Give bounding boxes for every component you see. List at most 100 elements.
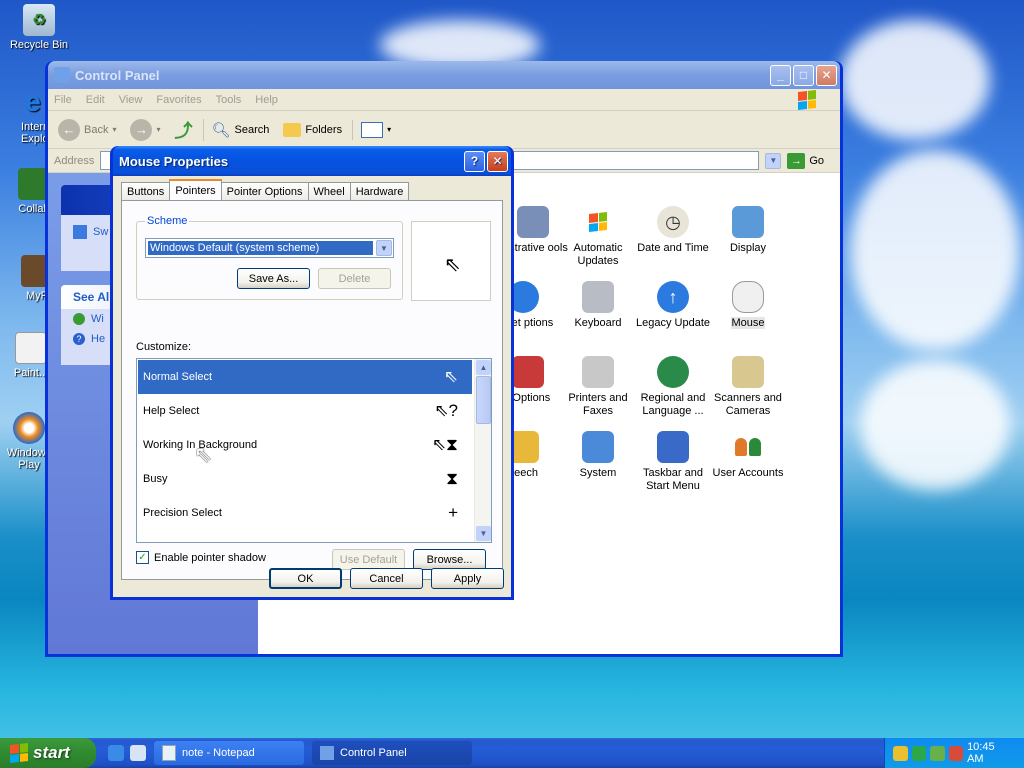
window-title: Control Panel <box>75 67 160 83</box>
list-item[interactable]: Working In Background ⇖⧗ <box>138 428 472 462</box>
update-icon[interactable] <box>930 745 945 761</box>
tab-wheel[interactable]: Wheel <box>307 182 351 200</box>
help-button[interactable]: ? <box>464 150 485 172</box>
use-default-button[interactable]: Use Default <box>332 549 405 570</box>
alert-shield-icon[interactable] <box>948 745 964 761</box>
list-item[interactable]: Help Select ⇖? <box>138 394 472 428</box>
control-panel-icon <box>320 746 334 760</box>
windows-logo-icon <box>798 89 830 110</box>
pointer-label: Help Select <box>143 405 200 417</box>
security-shield-icon[interactable] <box>893 745 908 761</box>
cp-item-mouse[interactable]: Mouse <box>708 281 788 330</box>
link-label: He <box>91 333 106 345</box>
back-button[interactable]: ← Back ▾ <box>54 117 120 143</box>
help-select-cursor-icon: ⇖? <box>434 401 458 420</box>
desktop-icon-recycle-bin[interactable]: ♻ Recycle Bin <box>2 4 76 51</box>
back-arrow-icon: ← <box>58 118 80 141</box>
tab-buttons[interactable]: Buttons <box>121 182 171 200</box>
desktop-icon-label: Recycle Bin <box>9 39 69 51</box>
folders-button[interactable]: Folders <box>279 121 346 139</box>
minimize-button[interactable]: _ <box>770 64 791 86</box>
start-button[interactable]: start <box>0 738 96 768</box>
cp-item-taskbar-and-start-menu[interactable]: Taskbar and Start Menu <box>633 431 713 493</box>
scheme-dropdown[interactable]: Windows Default (system scheme) ▼ <box>145 238 394 258</box>
help-icon: ? <box>73 333 85 345</box>
chevron-down-icon[interactable]: ▼ <box>376 240 392 256</box>
keyboard-icon <box>582 281 614 313</box>
show-desktop-icon[interactable] <box>130 745 146 761</box>
go-button[interactable]: → Go <box>787 152 824 169</box>
control-panel-titlebar[interactable]: Control Panel _ □ ✕ <box>48 61 840 89</box>
save-as-button[interactable]: Save As... <box>237 268 310 289</box>
cp-item-printers-and-faxes[interactable]: Printers and Faxes <box>558 356 638 418</box>
cp-item-user-accounts[interactable]: User Accounts <box>708 431 788 480</box>
ok-button[interactable]: OK <box>269 568 342 589</box>
scroll-thumb[interactable] <box>476 376 491 424</box>
list-item[interactable]: Precision Select + <box>138 496 472 530</box>
browse-button[interactable]: Browse... <box>413 549 486 570</box>
scheme-group: Scheme Windows Default (system scheme) ▼… <box>136 215 403 300</box>
menu-help[interactable]: Help <box>255 94 278 106</box>
cloud <box>840 20 990 140</box>
notepad-icon <box>162 745 176 761</box>
close-button[interactable]: ✕ <box>816 64 837 86</box>
apply-button[interactable]: Apply <box>431 568 504 589</box>
menu-edit[interactable]: Edit <box>86 94 105 106</box>
tab-pointers[interactable]: Pointers <box>169 179 222 200</box>
quick-launch <box>108 745 146 761</box>
cp-item-system[interactable]: System <box>558 431 638 480</box>
scroll-up-icon[interactable]: ▲ <box>476 360 491 375</box>
pointer-shadow-option[interactable]: ✓ Enable pointer shadow <box>136 551 266 564</box>
menu-view[interactable]: View <box>119 94 143 106</box>
forward-arrow-icon: → <box>130 118 153 141</box>
taskbar-button-notepad[interactable]: note - Notepad <box>154 741 304 765</box>
customize-label: Customize: <box>136 341 192 353</box>
back-label: Back <box>84 123 109 136</box>
menu-file[interactable]: File <box>54 94 72 106</box>
search-button[interactable]: 🔍︎ Search <box>202 118 274 141</box>
crosshair-icon: + <box>448 503 458 522</box>
mouse-cursor-icon: ⇖ <box>194 442 213 467</box>
scroll-down-icon[interactable]: ▼ <box>476 526 491 541</box>
pointer-list[interactable]: Normal Select ⇖ Help Select ⇖? Working I… <box>136 358 492 543</box>
item-label: User Accounts <box>712 467 784 479</box>
menu-bar: File Edit View Favorites Tools Help <box>48 89 840 111</box>
normal-select-cursor-icon: ⇖ <box>443 367 458 386</box>
views-button[interactable]: ▾ <box>352 119 395 140</box>
scheme-label: Scheme <box>145 215 190 227</box>
admin-tools-icon <box>517 206 549 238</box>
cp-item-keyboard[interactable]: Keyboard <box>558 281 638 330</box>
cloud <box>850 150 1020 350</box>
link-label: Wi <box>91 313 104 325</box>
up-button[interactable]: ⤴ <box>171 115 197 145</box>
cp-item-legacy-update[interactable]: ↑ Legacy Update <box>633 281 713 330</box>
menu-favorites[interactable]: Favorites <box>156 94 201 106</box>
menu-tools[interactable]: Tools <box>216 94 242 106</box>
cp-item-display[interactable]: Display <box>708 206 788 255</box>
cp-item-scanners-and-cameras[interactable]: Scanners and Cameras <box>708 356 788 418</box>
network-icon[interactable] <box>911 745 927 761</box>
internet-explorer-icon[interactable] <box>108 745 124 761</box>
delete-button[interactable]: Delete <box>318 268 391 289</box>
cp-item-date-and-time[interactable]: ◷ Date and Time <box>633 206 713 255</box>
maximize-button[interactable]: □ <box>793 64 814 86</box>
list-item[interactable]: Normal Select ⇖ <box>138 360 472 394</box>
switch-view-label: Sw <box>93 226 109 238</box>
pointer-shadow-checkbox[interactable]: ✓ <box>136 551 149 564</box>
address-dropdown-icon[interactable]: ▼ <box>765 152 782 169</box>
tab-pointer-options[interactable]: Pointer Options <box>220 182 309 200</box>
list-item[interactable]: Busy ⧗ <box>138 462 472 496</box>
tab-hardware[interactable]: Hardware <box>349 182 410 200</box>
cp-item-regional-and-language[interactable]: Regional and Language ... <box>633 356 713 418</box>
display-icon <box>732 206 764 238</box>
mouse-properties-dialog: Mouse Properties ? ✕ Buttons Pointers Po… <box>110 146 514 600</box>
dialog-close-button[interactable]: ✕ <box>487 150 508 172</box>
cp-item-automatic-updates[interactable]: Automatic Updates <box>558 206 638 268</box>
taskbar-button-control-panel[interactable]: Control Panel <box>312 741 472 765</box>
windows-logo-icon <box>10 743 28 763</box>
task-label: note - Notepad <box>182 747 255 759</box>
dialog-titlebar[interactable]: Mouse Properties ? ✕ <box>113 146 511 176</box>
cancel-button[interactable]: Cancel <box>350 568 423 589</box>
list-scrollbar[interactable]: ▲ ▼ <box>474 359 491 542</box>
forward-button[interactable]: → ▾ <box>126 117 164 143</box>
